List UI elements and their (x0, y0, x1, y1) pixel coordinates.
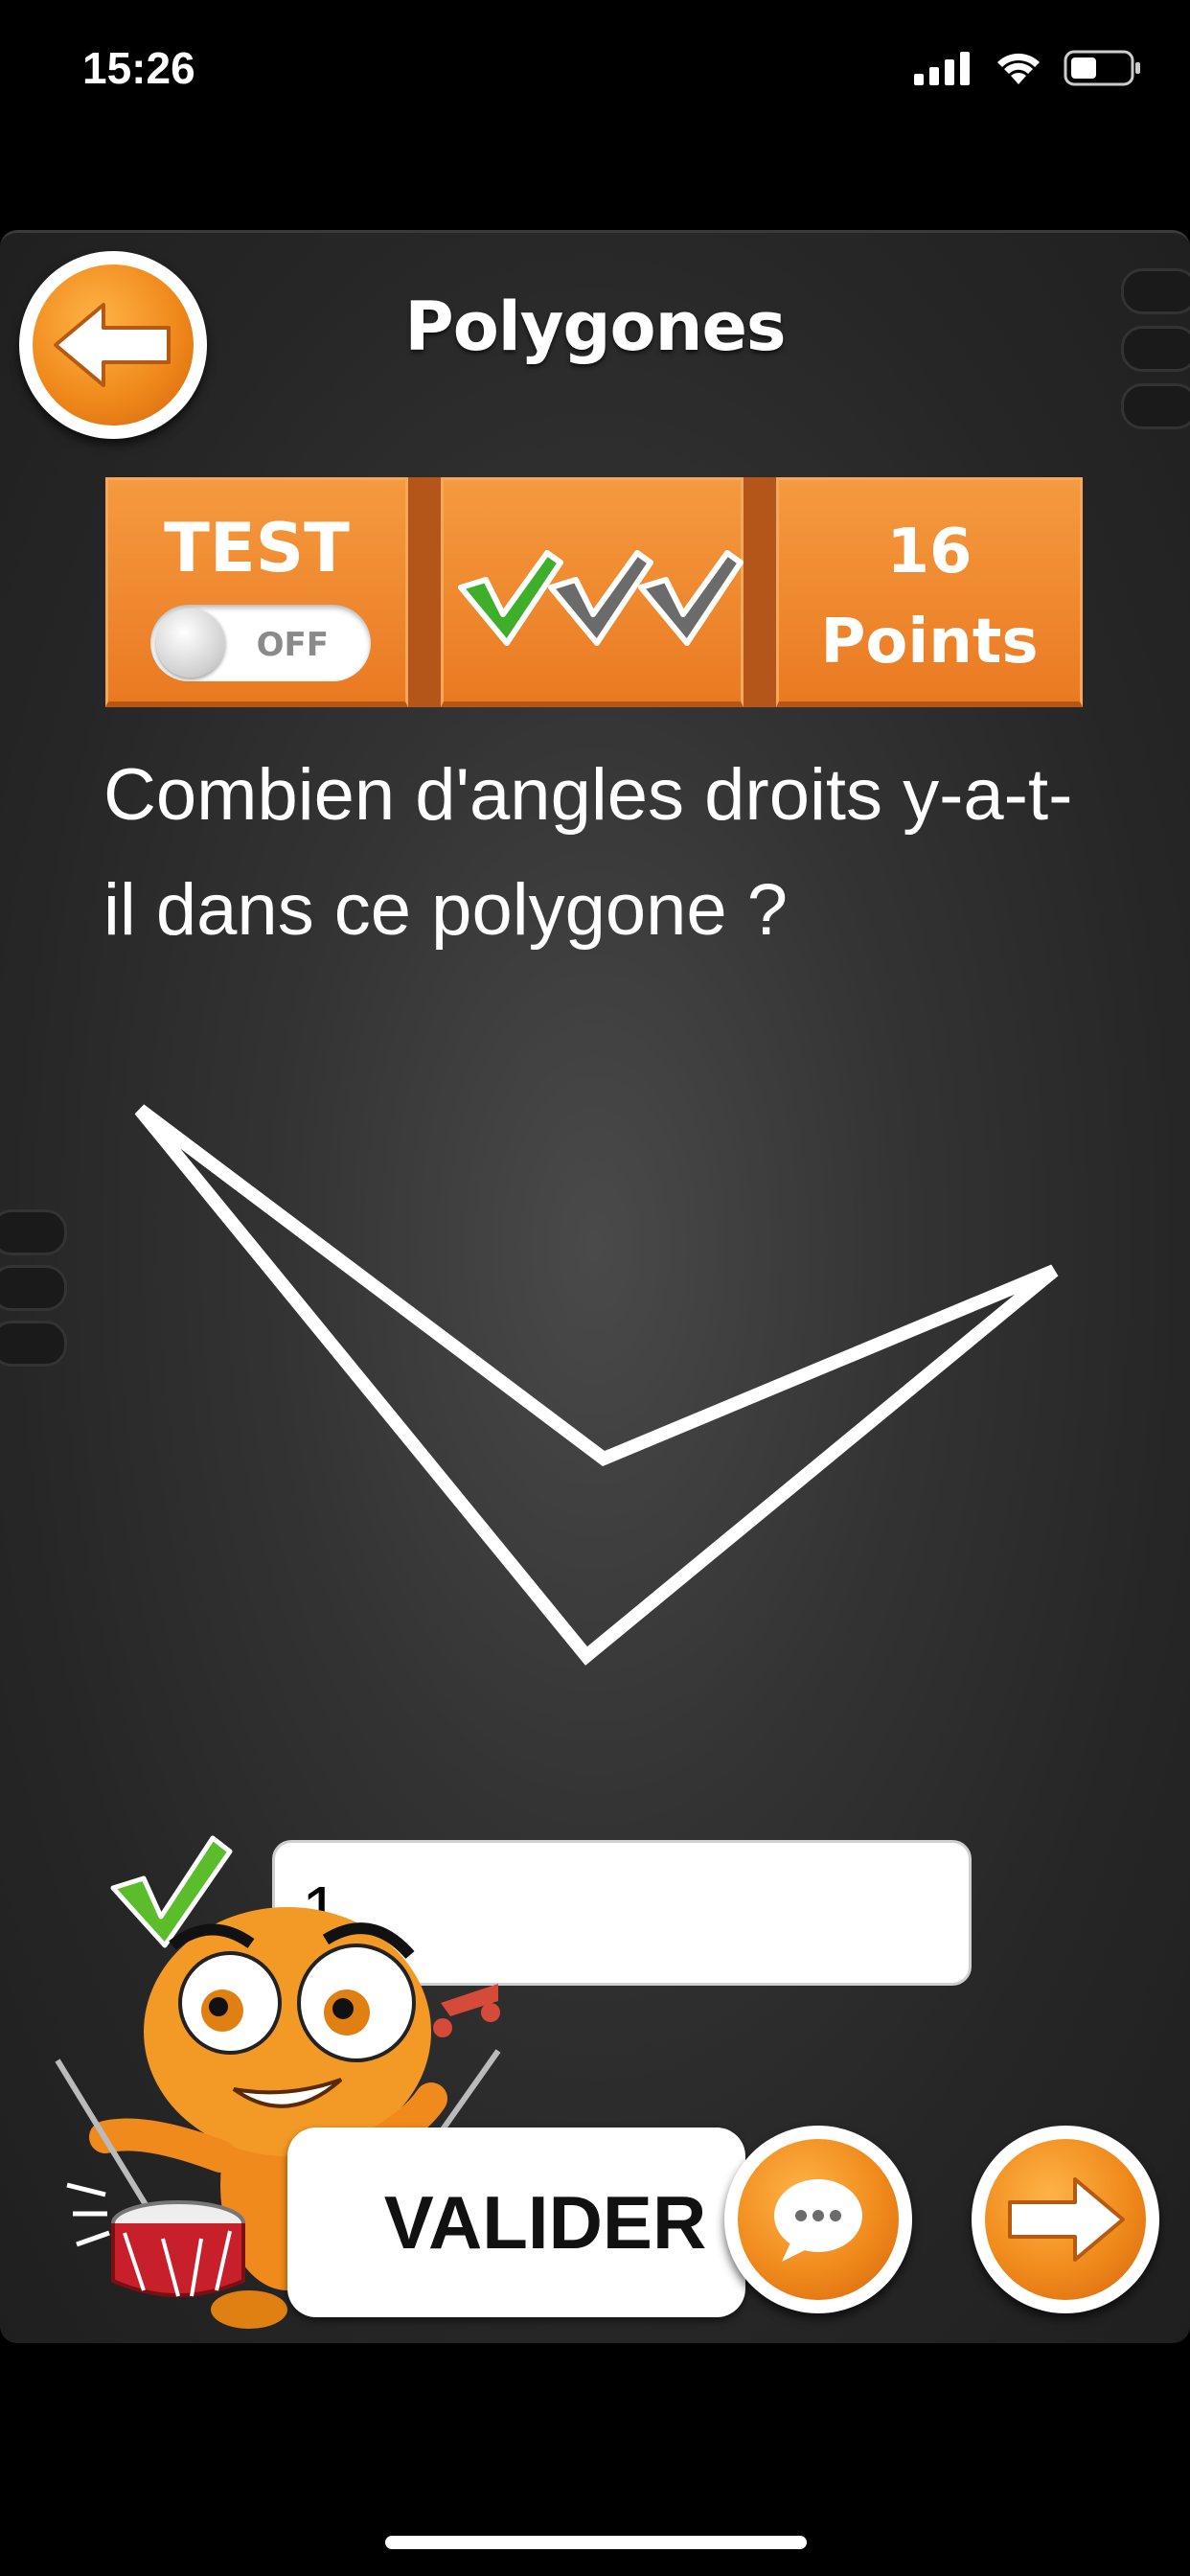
binder-ring (0, 1209, 67, 1255)
home-indicator[interactable] (385, 2536, 807, 2549)
status-icons (914, 50, 1142, 86)
status-bar: 15:26 (0, 0, 1190, 144)
signal-icon (914, 52, 970, 85)
points-label: Points (820, 607, 1039, 678)
hint-button[interactable] (724, 2126, 912, 2313)
wifi-icon (997, 53, 1040, 84)
score-panel: TEST OFF 16 Points (105, 477, 1083, 707)
page-title: Polygones (404, 288, 786, 366)
question-text: Combien d'angles droits y-a-t-il dans ce… (103, 754, 1073, 951)
check-marks (458, 550, 744, 646)
binder-ring (0, 1321, 67, 1367)
status-time: 15:26 (82, 43, 195, 93)
validate-button[interactable]: VALIDER (287, 2128, 745, 2317)
test-mode-cell: TEST OFF (105, 477, 408, 707)
next-button[interactable] (972, 2126, 1159, 2313)
check-icon (548, 550, 653, 646)
binder-ring (1121, 383, 1190, 429)
battery-icon (1064, 50, 1140, 86)
points-cell: 16 Points (776, 477, 1083, 707)
chat-bubble-icon (774, 2179, 862, 2262)
check-icon (458, 550, 563, 646)
binder-ring (0, 1265, 67, 1311)
test-toggle[interactable]: OFF (150, 605, 371, 681)
check-icon (638, 550, 744, 646)
arrow-right-icon (1008, 2177, 1125, 2262)
points-value: 16 (886, 517, 973, 587)
toggle-knob (156, 609, 225, 678)
toggle-state-label: OFF (256, 626, 329, 664)
progress-checks-cell (441, 477, 744, 707)
test-label: TEST (164, 509, 350, 587)
